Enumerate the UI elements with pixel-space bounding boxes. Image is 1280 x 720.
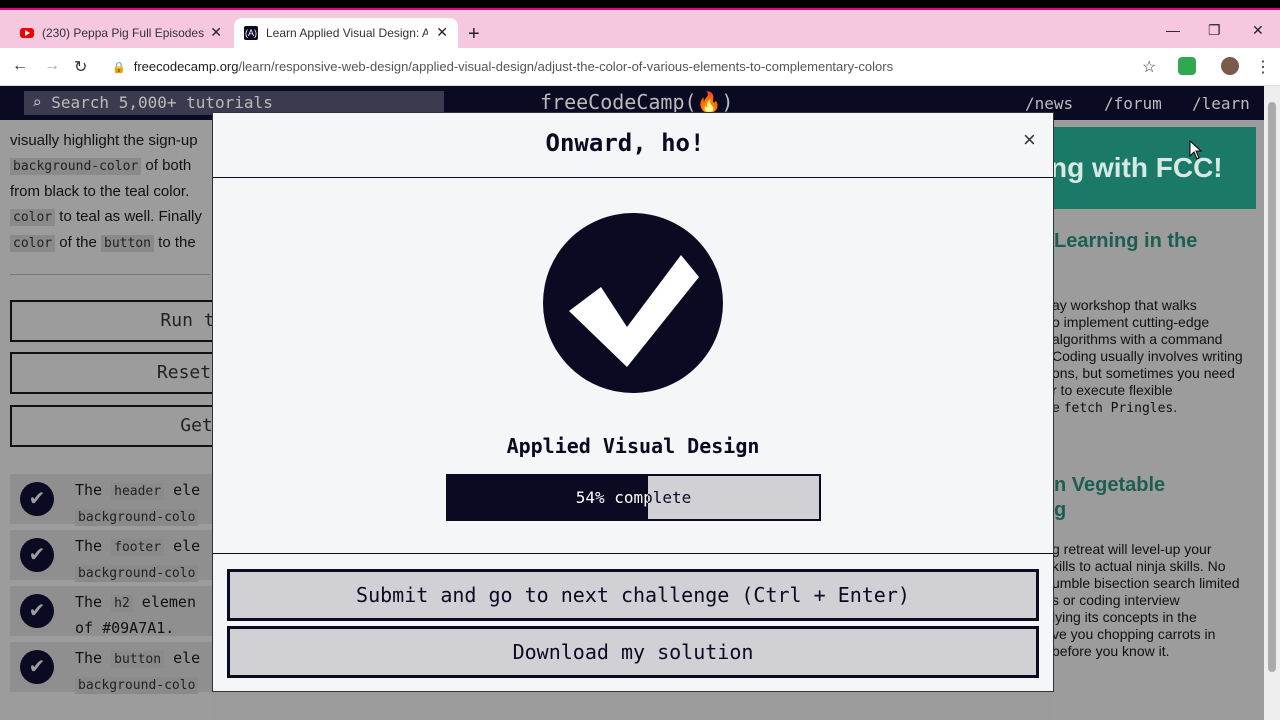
lock-icon: 🔒 bbox=[112, 62, 126, 74]
scrollbar-thumb[interactable] bbox=[1268, 102, 1276, 672]
tab-freecodecamp[interactable]: (A) Learn Applied Visual Design: Adj ✕ bbox=[234, 18, 458, 48]
get-help-button[interactable]: Get bbox=[10, 405, 212, 447]
search-icon: ⌕ bbox=[32, 93, 52, 112]
reset-button[interactable]: Reset bbox=[10, 352, 212, 394]
test-text: The footer ele background-colo bbox=[75, 537, 201, 582]
block-title: Applied Visual Design bbox=[506, 434, 760, 458]
preview-heading: Learning in the bbox=[1054, 230, 1198, 252]
preview-banner: ng with FCC! bbox=[1052, 127, 1256, 209]
url-field[interactable]: 🔒 freecodecamp.org/learn/responsive-web-d… bbox=[112, 59, 893, 74]
url-host: freecodecamp.org bbox=[133, 59, 239, 74]
test-text: The h2 elemen of #09A7A1. bbox=[75, 593, 196, 637]
test-result-row: ✔ The header ele background-colo bbox=[10, 474, 212, 526]
submit-next-challenge-button[interactable]: Submit and go to next challenge (Ctrl + … bbox=[227, 569, 1039, 621]
bookmark-star-icon[interactable]: ☆ bbox=[1142, 57, 1156, 77]
progress-label-inverse: 54% complete bbox=[575, 488, 649, 507]
fcc-logo[interactable]: freeCodeCamp(🔥) bbox=[540, 90, 733, 114]
tab-peppa-pig[interactable]: (230) Peppa Pig Full Episodes | Tr ✕ bbox=[10, 18, 232, 48]
preview-paragraph: ay workshop that walks o implement cutti… bbox=[1052, 297, 1243, 416]
instructions-text: visually highlight the sign-up backgroun… bbox=[10, 128, 210, 256]
check-icon: ✔ bbox=[20, 650, 54, 684]
extension-icon[interactable] bbox=[1178, 57, 1196, 75]
check-icon: ✔ bbox=[20, 538, 54, 572]
window-close-icon[interactable]: ✕ bbox=[1252, 22, 1264, 39]
instruction-line: visually highlight the sign-up bbox=[10, 132, 198, 149]
address-bar-row: ← → ↻ 🔒 freecodecamp.org/learn/responsive… bbox=[0, 48, 1280, 86]
completion-modal: Onward, ho! × Applied Visual Design 54% … bbox=[212, 112, 1054, 692]
test-result-row: ✔ The footer ele background-colo bbox=[10, 530, 212, 582]
reload-icon[interactable]: ↻ bbox=[74, 57, 87, 77]
forward-arrow-icon[interactable]: → bbox=[44, 57, 60, 75]
page-scrollbar[interactable] bbox=[1264, 86, 1280, 720]
freecodecamp-icon: (A) bbox=[244, 26, 258, 40]
run-tests-button[interactable]: Run t bbox=[10, 300, 212, 342]
tab-close-icon[interactable]: ✕ bbox=[210, 24, 222, 41]
nav-link-learn[interactable]: /learn bbox=[1192, 94, 1250, 113]
success-check-icon bbox=[543, 213, 723, 393]
modal-title: Onward, ho! bbox=[545, 129, 705, 157]
preview-heading: n Vegetable bbox=[1054, 474, 1166, 496]
search-placeholder: Search 5,000+ tutorials bbox=[51, 93, 273, 112]
restore-icon[interactable]: ❐ bbox=[1208, 22, 1221, 39]
youtube-icon bbox=[20, 28, 34, 38]
instruction-line: from black to the teal color. bbox=[10, 183, 190, 200]
instruction-line: color of the button to the bbox=[10, 230, 210, 256]
test-text: The header ele background-colo bbox=[75, 481, 201, 526]
new-tab-plus-icon[interactable]: + bbox=[468, 23, 480, 46]
window-top-accent bbox=[0, 0, 1280, 10]
screen: (230) Peppa Pig Full Episodes | Tr ✕ (A)… bbox=[0, 0, 1280, 720]
mouse-cursor-icon bbox=[1189, 140, 1203, 160]
nav-link-forum[interactable]: /forum bbox=[1104, 94, 1162, 113]
modal-header: Onward, ho! × bbox=[213, 113, 1053, 178]
preview-heading: g bbox=[1054, 499, 1067, 521]
download-solution-button[interactable]: Download my solution bbox=[227, 626, 1039, 678]
nav-link-news[interactable]: /news bbox=[1025, 94, 1073, 113]
menu-kebab-icon[interactable]: ⋮ bbox=[1255, 57, 1271, 77]
profile-avatar[interactable] bbox=[1221, 57, 1239, 75]
preview-pane: ng with FCC! Learning in the ay workshop… bbox=[1052, 120, 1264, 720]
url-path: /learn/responsive-web-design/applied-vis… bbox=[238, 59, 894, 74]
divider bbox=[10, 274, 210, 275]
progress-bar: 54% complete 54% complete bbox=[446, 474, 821, 521]
test-result-row: ✔ The h2 elemen of #09A7A1. bbox=[10, 586, 212, 637]
challenge-instructions-pane: visually highlight the sign-up backgroun… bbox=[0, 120, 212, 720]
progress-label-clip: 54% complete bbox=[448, 476, 649, 519]
tab-close-icon[interactable]: ✕ bbox=[436, 24, 448, 41]
check-icon: ✔ bbox=[20, 594, 54, 628]
minimize-icon[interactable]: — bbox=[1166, 22, 1180, 38]
instruction-line: color to teal as well. Finally bbox=[10, 204, 210, 230]
instruction-line: background-color of both bbox=[10, 153, 210, 179]
test-result-row: ✔ The button ele background-colo bbox=[10, 642, 212, 694]
preview-paragraph: g retreat will level-up your kills to ac… bbox=[1052, 541, 1240, 659]
tab-strip: (230) Peppa Pig Full Episodes | Tr ✕ (A)… bbox=[0, 10, 1280, 48]
back-arrow-icon[interactable]: ← bbox=[12, 57, 28, 75]
tab-title: Learn Applied Visual Design: Adj bbox=[266, 26, 428, 40]
tab-title: (230) Peppa Pig Full Episodes | Tr bbox=[42, 26, 204, 40]
check-icon: ✔ bbox=[20, 482, 54, 516]
modal-close-button[interactable]: × bbox=[1023, 127, 1036, 153]
modal-body: Applied Visual Design 54% complete 54% c… bbox=[213, 179, 1053, 554]
test-text: The button ele background-colo bbox=[75, 649, 201, 694]
